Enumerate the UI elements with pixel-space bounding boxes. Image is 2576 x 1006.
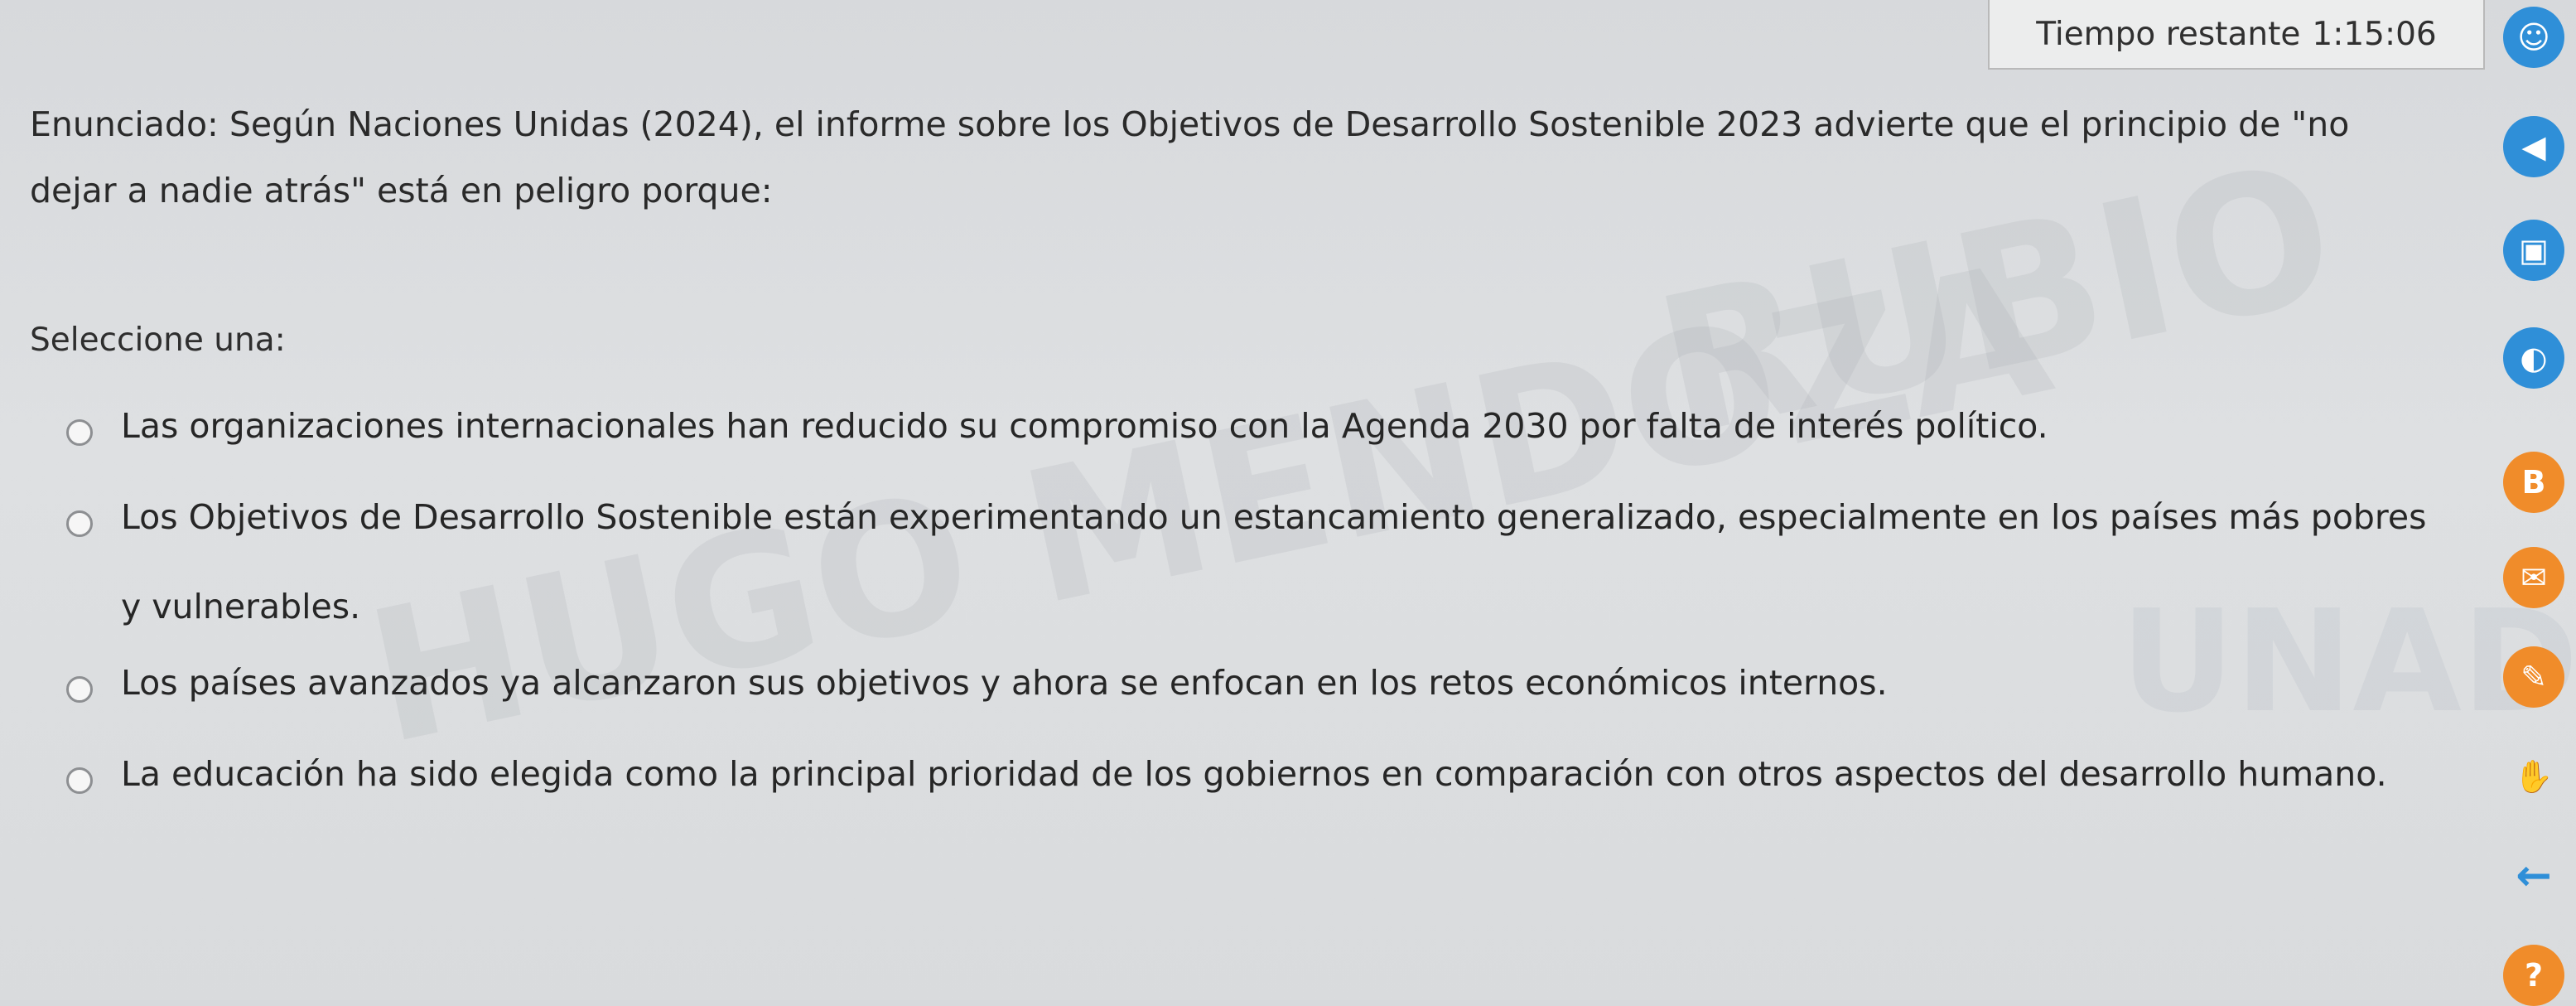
radio-button[interactable] (66, 510, 93, 537)
accessibility-icon[interactable]: ☺ (2503, 7, 2564, 68)
answer-option-1[interactable]: Las organizaciones internacionales han r… (66, 398, 2357, 471)
sign-language-icon[interactable]: ✋ (2503, 746, 2564, 807)
radio-button[interactable] (66, 676, 93, 703)
answer-option-text: Las organizaciones internacionales han r… (121, 406, 2048, 446)
answer-option-text: La educación ha sido elegida como la pri… (121, 754, 2387, 794)
back-icon[interactable]: ← (2503, 845, 2564, 907)
radio-button[interactable] (66, 767, 93, 794)
mail-icon[interactable]: ✉ (2503, 547, 2564, 608)
help-icon[interactable]: ? (2503, 945, 2564, 1006)
time-remaining-box: Tiempo restante 1:15:06 (1988, 0, 2485, 70)
audio-icon[interactable]: ◀ (2503, 116, 2564, 177)
text-icon[interactable]: B (2503, 452, 2564, 513)
image-icon[interactable]: ▣ (2503, 220, 2564, 281)
chat-icon[interactable]: ✎ (2503, 646, 2564, 708)
time-remaining-label: Tiempo restante (2036, 15, 2301, 53)
radio-button[interactable] (66, 419, 93, 446)
time-remaining-value: 1:15:06 (2312, 15, 2437, 53)
answer-prompt: Seleccione una: (30, 322, 286, 359)
answer-option-4[interactable]: La educación ha sido elegida como la pri… (66, 746, 2440, 819)
accessibility-sidebar: ☺ ◀ ▣ ◐ B ✉ ✎ ✋ ← ? (2493, 0, 2576, 1006)
answer-option-text: Los países avanzados ya alcanzaron sus o… (121, 663, 1888, 703)
contrast-icon[interactable]: ◐ (2503, 327, 2564, 389)
answer-option-3[interactable]: Los países avanzados ya alcanzaron sus o… (66, 655, 2357, 728)
question-statement: Enunciado: Según Naciones Unidas (2024),… (30, 104, 2350, 210)
answer-option-text: Los Objetivos de Desarrollo Sostenible e… (121, 497, 2427, 626)
answer-option-2[interactable]: Los Objetivos de Desarrollo Sostenible e… (66, 489, 2457, 651)
